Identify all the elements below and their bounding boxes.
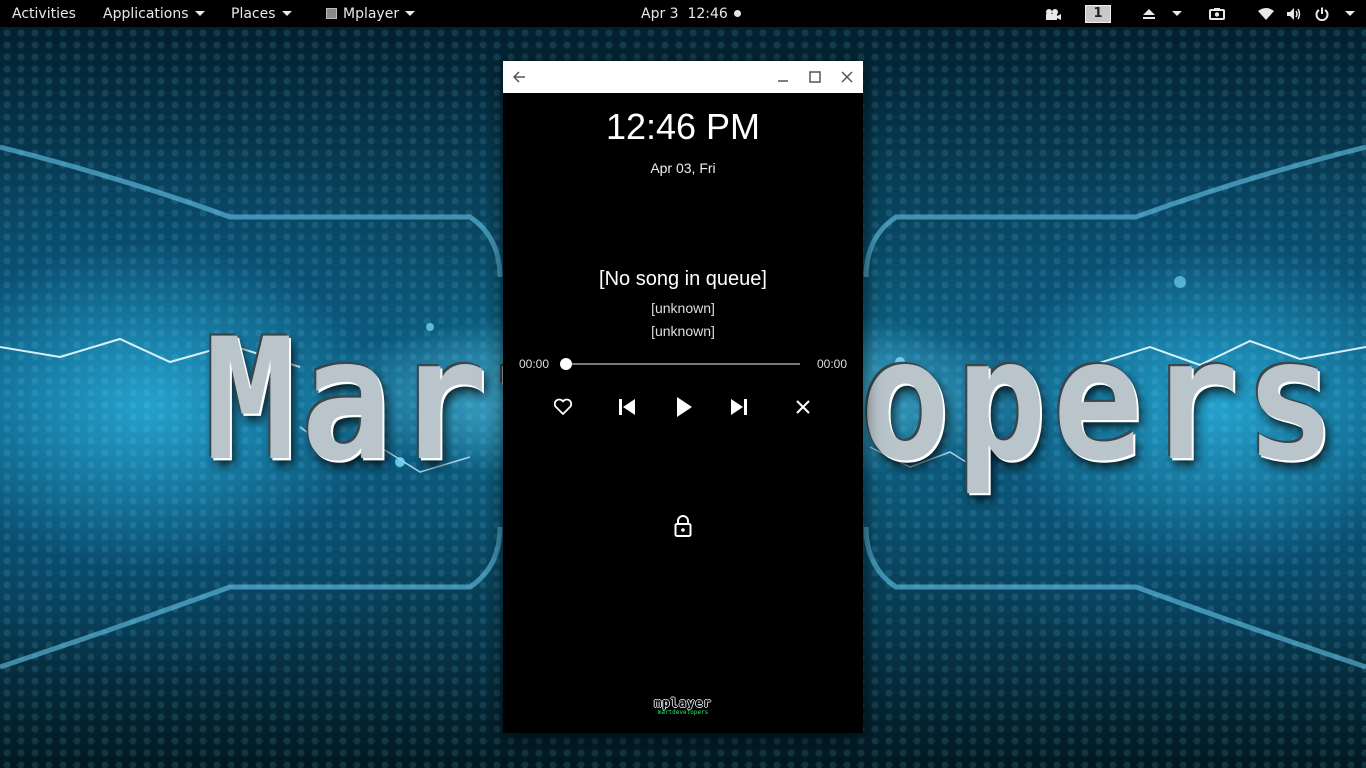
- close-icon: [841, 71, 853, 83]
- song-title: [No song in queue]: [599, 268, 767, 290]
- back-button[interactable]: [503, 61, 535, 93]
- volume-icon: [1287, 7, 1301, 20]
- activities-button[interactable]: Activities: [12, 0, 76, 27]
- notification-dot-icon: [733, 10, 741, 17]
- logo-subtitle: martdevelopers: [657, 709, 709, 716]
- lockscreen-clock: 12:46 PM: [605, 106, 761, 147]
- seek-bar[interactable]: [560, 358, 800, 370]
- window-titlebar[interactable]: [503, 61, 863, 93]
- screenshot-button[interactable]: [1209, 0, 1225, 27]
- chevron-down-icon: [1345, 11, 1355, 16]
- screenshot-icon: [1209, 8, 1225, 20]
- heart-icon: [553, 398, 573, 415]
- close-window-button[interactable]: [831, 61, 863, 93]
- places-menu[interactable]: Places: [231, 0, 292, 27]
- workspace-indicator[interactable]: 1: [1085, 0, 1111, 27]
- song-artist: [unknown]: [651, 300, 715, 316]
- skip-previous-icon: [619, 399, 635, 415]
- dismiss-button[interactable]: [787, 391, 819, 423]
- next-button[interactable]: [723, 391, 755, 423]
- eject-menu[interactable]: [1142, 0, 1182, 27]
- applications-menu[interactable]: Applications: [103, 0, 205, 27]
- lock-icon: [674, 515, 692, 537]
- top-bar: Activities Applications Places Mplayer A…: [0, 0, 1366, 27]
- eject-icon: [1143, 8, 1155, 19]
- mplayer-logo: mplayer martdevelopers: [643, 697, 723, 716]
- wifi-icon: [1258, 7, 1274, 20]
- workspace-number: 1: [1085, 4, 1111, 23]
- play-icon: [677, 397, 692, 417]
- camera-button[interactable]: [1044, 0, 1062, 27]
- close-icon: [796, 400, 810, 414]
- app-menu[interactable]: Mplayer: [326, 0, 416, 27]
- chevron-down-icon: [1172, 11, 1182, 16]
- back-arrow-icon: [512, 71, 525, 83]
- play-button[interactable]: [668, 391, 700, 423]
- power-menu[interactable]: [1315, 0, 1355, 27]
- power-icon: [1315, 7, 1329, 21]
- places-label: Places: [231, 5, 276, 22]
- camera-icon: [1046, 8, 1061, 20]
- total-duration: 00:00: [816, 357, 847, 371]
- song-album: [unknown]: [651, 323, 715, 339]
- favorite-button[interactable]: [547, 391, 579, 423]
- app-menu-label: Mplayer: [343, 5, 400, 22]
- maximize-button[interactable]: [799, 61, 831, 93]
- chevron-down-icon: [194, 11, 205, 16]
- unlock-button[interactable]: [669, 512, 697, 540]
- wifi-indicator[interactable]: [1258, 0, 1274, 27]
- datetime-label: Apr 3 12:46: [641, 5, 728, 22]
- chevron-down-icon: [405, 11, 416, 16]
- clock-button[interactable]: Apr 3 12:46: [641, 0, 741, 27]
- volume-indicator[interactable]: [1286, 0, 1302, 27]
- skip-next-icon: [731, 399, 747, 415]
- minimize-icon: [778, 80, 788, 82]
- logo-name: mplayer: [654, 696, 712, 710]
- lockscreen-date: Apr 03, Fri: [650, 160, 716, 176]
- minimize-button[interactable]: [767, 61, 799, 93]
- mplayer-window: 12:46 PM Apr 03, Fri [No song in queue] …: [503, 61, 863, 733]
- activities-label: Activities: [12, 5, 76, 22]
- chevron-down-icon: [281, 11, 292, 16]
- maximize-icon: [809, 71, 821, 83]
- previous-button[interactable]: [611, 391, 643, 423]
- elapsed-time: 00:00: [519, 357, 550, 371]
- seek-bar-thumb[interactable]: [560, 358, 572, 370]
- app-icon: [326, 8, 337, 19]
- wallpaper-text-right: opers: [860, 303, 1342, 499]
- applications-label: Applications: [103, 5, 189, 22]
